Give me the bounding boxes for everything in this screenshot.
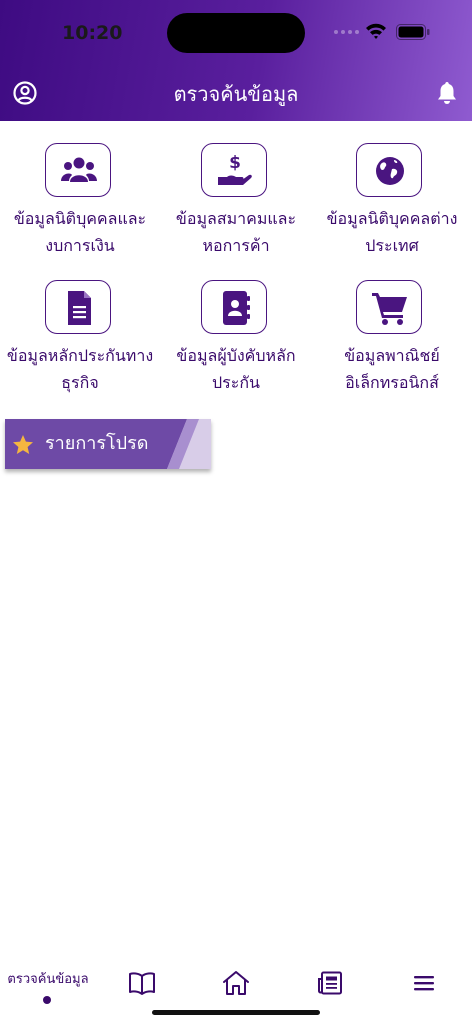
menu-item-juristic-financial[interactable]: ข้อมูลนิติบุคคลและ งบการเงิน	[0, 143, 160, 265]
menu-icon-box	[356, 143, 422, 197]
document-icon	[68, 291, 91, 325]
dynamic-island	[167, 13, 305, 53]
news-icon	[318, 971, 342, 995]
battery-icon	[396, 24, 430, 40]
favorites-label: รายการโปรด	[45, 433, 149, 454]
menu-item-association-chamber[interactable]: $ ข้อมูลสมาคมและ หอการค้า	[156, 143, 316, 265]
book-icon	[129, 972, 155, 995]
users-group-icon	[61, 157, 97, 182]
favorites-banner[interactable]: รายการโปรด	[5, 419, 211, 469]
profile-icon[interactable]	[12, 80, 38, 106]
menu-icon	[414, 976, 434, 991]
menu-label: ข้อมูลหลักประกันทาง ธุรกิจ	[6, 346, 154, 392]
svg-text:$: $	[229, 153, 241, 173]
page-title: ตรวจค้นข้อมูล	[173, 82, 299, 106]
menu-icon-box	[201, 280, 267, 334]
globe-icon	[376, 157, 404, 185]
menu-icon-box	[45, 143, 111, 197]
status-time: 10:20	[62, 22, 123, 44]
tab-news[interactable]	[308, 962, 352, 1008]
tab-home[interactable]	[214, 962, 258, 1008]
menu-icon-box	[45, 280, 111, 334]
star-icon	[13, 435, 33, 454]
menu-label: ข้อมูลพาณิชย์ อิเล็กทรอนิกส์	[344, 346, 440, 392]
menu-label: ข้อมูลผู้บังคับหลัก ประกัน	[176, 346, 296, 392]
menu-item-collateral-enforcer[interactable]: ข้อมูลผู้บังคับหลัก ประกัน	[156, 280, 316, 402]
menu-item-e-commerce[interactable]: ข้อมูลพาณิชย์ อิเล็กทรอนิกส์	[312, 280, 472, 402]
menu-label: ข้อมูลสมาคมและ หอการค้า	[175, 209, 297, 255]
app-header: 10:20 ตรวจค้นข้อมูล	[0, 0, 472, 121]
home-indicator	[152, 1010, 320, 1015]
tab-menu[interactable]	[402, 962, 446, 1008]
menu-label: ข้อมูลนิติบุคคลและ งบการเงิน	[13, 209, 147, 255]
tab-book[interactable]	[120, 962, 164, 1008]
contact-book-icon	[223, 291, 250, 325]
shopping-cart-icon	[372, 293, 407, 325]
menu-item-business-collateral[interactable]: ข้อมูลหลักประกันทาง ธุรกิจ	[0, 280, 160, 402]
menu-item-foreign-juristic[interactable]: ข้อมูลนิติบุคคลต่าง ประเทศ	[312, 143, 472, 265]
bell-icon[interactable]	[434, 80, 460, 106]
home-icon	[223, 971, 249, 995]
menu-label: ข้อมูลนิติบุคคลต่าง ประเทศ	[326, 209, 458, 255]
cellular-signal-icon	[334, 30, 360, 36]
menu-icon-box: $	[201, 143, 267, 197]
menu-icon-box	[356, 280, 422, 334]
tab-label-search-data: ตรวจค้นข้อมูล	[7, 972, 89, 987]
tab-search-data[interactable]: ตรวจค้นข้อมูล	[0, 962, 96, 1008]
active-tab-indicator	[43, 996, 51, 1004]
hand-dollar-icon: $	[218, 153, 252, 185]
wifi-icon	[366, 23, 386, 39]
